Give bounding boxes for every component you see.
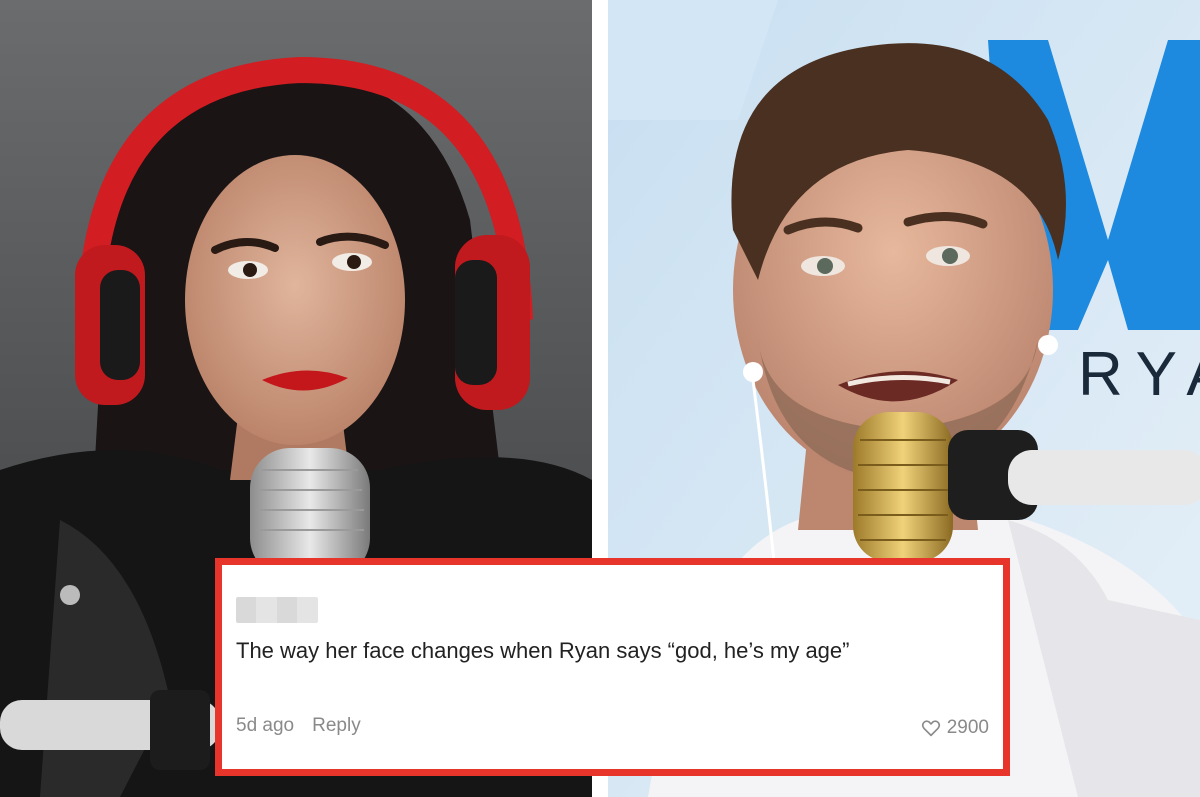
redacted-username	[236, 597, 318, 623]
comment-card: The way her face changes when Ryan says …	[215, 558, 1010, 776]
comment-text: The way her face changes when Ryan says …	[236, 638, 850, 663]
comment-timestamp: 5d ago	[236, 715, 295, 736]
like-count: 2900	[946, 717, 989, 738]
reply-link[interactable]: Reply	[312, 715, 361, 736]
comment-meta: 5d ago Reply	[236, 715, 361, 737]
svg-text:RYA: RYA	[1078, 340, 1200, 409]
heart-outline-icon	[921, 720, 940, 737]
like-button[interactable]: 2900	[921, 717, 989, 739]
